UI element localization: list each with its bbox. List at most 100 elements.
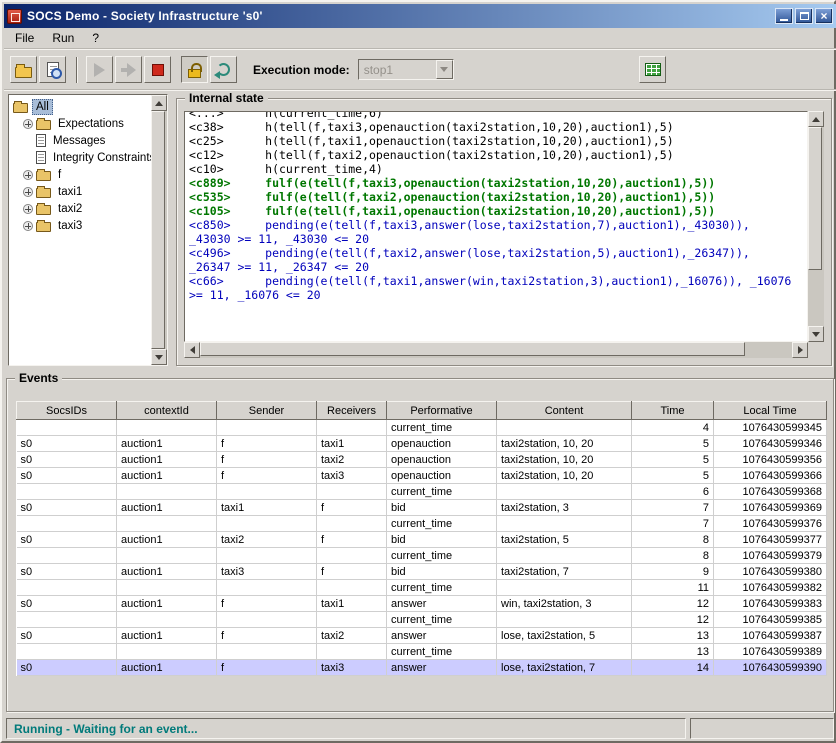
table-cell: s0 bbox=[17, 628, 117, 644]
table-cell: 1076430599345 bbox=[714, 420, 827, 436]
folder-icon bbox=[36, 188, 51, 198]
table-cell: auction1 bbox=[117, 500, 217, 516]
table-cell: taxi3 bbox=[317, 468, 387, 484]
refresh-button[interactable] bbox=[210, 56, 237, 83]
table-cell bbox=[17, 580, 117, 596]
tree-item-messages[interactable]: Messages bbox=[9, 132, 151, 149]
internal-state-text[interactable]: <...> h(current_time,6)<c38> h(tell(f,ta… bbox=[184, 111, 808, 342]
column-header-local-time[interactable]: Local Time bbox=[714, 402, 827, 420]
table-row[interactable]: current_time81076430599379 bbox=[17, 548, 827, 564]
tree-item-f[interactable]: f bbox=[9, 166, 151, 183]
menu-item-run[interactable]: Run bbox=[43, 29, 83, 47]
table-cell bbox=[497, 580, 632, 596]
table-cell: 13 bbox=[632, 628, 714, 644]
table-cell: f bbox=[217, 660, 317, 676]
table-row[interactable]: s0auction1ftaxi2answerlose, taxi2station… bbox=[17, 628, 827, 644]
table-cell bbox=[317, 484, 387, 500]
table-row[interactable]: current_time71076430599376 bbox=[17, 516, 827, 532]
table-row[interactable]: s0auction1ftaxi3answerlose, taxi2station… bbox=[17, 660, 827, 676]
table-cell bbox=[497, 516, 632, 532]
tree-item-all[interactable]: All bbox=[9, 98, 151, 115]
maximize-button[interactable] bbox=[795, 8, 813, 24]
table-cell: 7 bbox=[632, 516, 714, 532]
tree-item-expectations[interactable]: Expectations bbox=[9, 115, 151, 132]
table-cell: 14 bbox=[632, 660, 714, 676]
column-header-socsids[interactable]: SocsIDs bbox=[17, 402, 117, 420]
maximize-icon bbox=[800, 12, 809, 20]
play-button[interactable] bbox=[86, 56, 113, 83]
tree-item-taxi3[interactable]: taxi3 bbox=[9, 217, 151, 234]
column-header-receivers[interactable]: Receivers bbox=[317, 402, 387, 420]
scroll-left-button[interactable] bbox=[184, 342, 200, 358]
table-row[interactable]: current_time41076430599345 bbox=[17, 420, 827, 436]
table-cell: f bbox=[317, 500, 387, 516]
table-cell: auction1 bbox=[117, 628, 217, 644]
table-cell: bid bbox=[387, 532, 497, 548]
table-cell bbox=[217, 484, 317, 500]
column-header-content[interactable]: Content bbox=[497, 402, 632, 420]
table-cell: 1076430599366 bbox=[714, 468, 827, 484]
tree-expand-icon[interactable] bbox=[23, 187, 33, 197]
table-row[interactable]: s0auction1taxi3fbidtaxi2station, 7910764… bbox=[17, 564, 827, 580]
tree-label: Expectations bbox=[55, 117, 127, 131]
table-row[interactable]: s0auction1taxi1fbidtaxi2station, 3710764… bbox=[17, 500, 827, 516]
scroll-down-button[interactable] bbox=[808, 326, 824, 342]
table-row[interactable]: s0auction1taxi2fbidtaxi2station, 5810764… bbox=[17, 532, 827, 548]
table-row[interactable]: current_time131076430599389 bbox=[17, 644, 827, 660]
scroll-up-button[interactable] bbox=[808, 111, 824, 127]
table-cell bbox=[497, 548, 632, 564]
column-header-contextid[interactable]: contextId bbox=[117, 402, 217, 420]
menu-item-help[interactable]: ? bbox=[83, 29, 108, 47]
table-cell: f bbox=[317, 564, 387, 580]
table-cell bbox=[17, 516, 117, 532]
table-cell: current_time bbox=[387, 516, 497, 532]
table-cell: 12 bbox=[632, 612, 714, 628]
menu-item-file[interactable]: File bbox=[6, 29, 43, 47]
open-button[interactable] bbox=[10, 56, 37, 83]
scrollbar-thumb[interactable] bbox=[808, 127, 822, 270]
table-row[interactable]: s0auction1ftaxi2openauctiontaxi2station,… bbox=[17, 452, 827, 468]
close-button[interactable]: × bbox=[815, 8, 833, 24]
column-header-time[interactable]: Time bbox=[632, 402, 714, 420]
events-table-button[interactable] bbox=[639, 56, 666, 83]
table-cell bbox=[317, 580, 387, 596]
scrollbar-thumb[interactable] bbox=[200, 342, 745, 356]
table-row[interactable]: current_time121076430599385 bbox=[17, 612, 827, 628]
tree-label: taxi3 bbox=[55, 219, 85, 233]
internal-state-line: <c496> pending(e(tell(f,taxi2,answer(los… bbox=[189, 246, 803, 260]
society-tree-panel: All ExpectationsMessagesIntegrity Constra… bbox=[8, 94, 168, 366]
inspect-society-button[interactable] bbox=[39, 56, 66, 83]
lock-button[interactable] bbox=[181, 56, 208, 83]
stop-button[interactable] bbox=[144, 56, 171, 83]
tree-expand-icon[interactable] bbox=[23, 119, 33, 129]
table-row[interactable]: s0auction1ftaxi1answerwin, taxi2station,… bbox=[17, 596, 827, 612]
scroll-up-button[interactable] bbox=[151, 95, 167, 111]
table-cell: answer bbox=[387, 660, 497, 676]
table-cell: taxi1 bbox=[217, 500, 317, 516]
execution-mode-select[interactable]: stop1 bbox=[358, 59, 454, 80]
table-cell: f bbox=[217, 468, 317, 484]
scrollbar-thumb[interactable] bbox=[151, 111, 165, 349]
minimize-button[interactable] bbox=[775, 8, 793, 24]
table-cell: 1076430599346 bbox=[714, 436, 827, 452]
table-row[interactable]: current_time61076430599368 bbox=[17, 484, 827, 500]
table-row[interactable]: s0auction1ftaxi3openauctiontaxi2station,… bbox=[17, 468, 827, 484]
tree-item-taxi2[interactable]: taxi2 bbox=[9, 200, 151, 217]
column-header-performative[interactable]: Performative bbox=[387, 402, 497, 420]
table-row[interactable]: s0auction1ftaxi1openauctiontaxi2station,… bbox=[17, 436, 827, 452]
tree-item-integrity-constraints[interactable]: Integrity Constraints bbox=[9, 149, 151, 166]
table-cell: current_time bbox=[387, 484, 497, 500]
step-button[interactable] bbox=[115, 56, 142, 83]
scroll-right-button[interactable] bbox=[792, 342, 808, 358]
step-forward-icon bbox=[121, 63, 137, 77]
table-row[interactable]: current_time111076430599382 bbox=[17, 580, 827, 596]
tree-item-taxi1[interactable]: taxi1 bbox=[9, 183, 151, 200]
tree-expand-icon[interactable] bbox=[23, 204, 33, 214]
table-cell: 1076430599383 bbox=[714, 596, 827, 612]
internal-state-line: >= 11, _16076 <= 20 bbox=[189, 288, 803, 302]
scroll-down-button[interactable] bbox=[151, 349, 167, 365]
tree-expand-icon[interactable] bbox=[23, 221, 33, 231]
column-header-sender[interactable]: Sender bbox=[217, 402, 317, 420]
table-cell: 1076430599380 bbox=[714, 564, 827, 580]
tree-expand-icon[interactable] bbox=[23, 170, 33, 180]
